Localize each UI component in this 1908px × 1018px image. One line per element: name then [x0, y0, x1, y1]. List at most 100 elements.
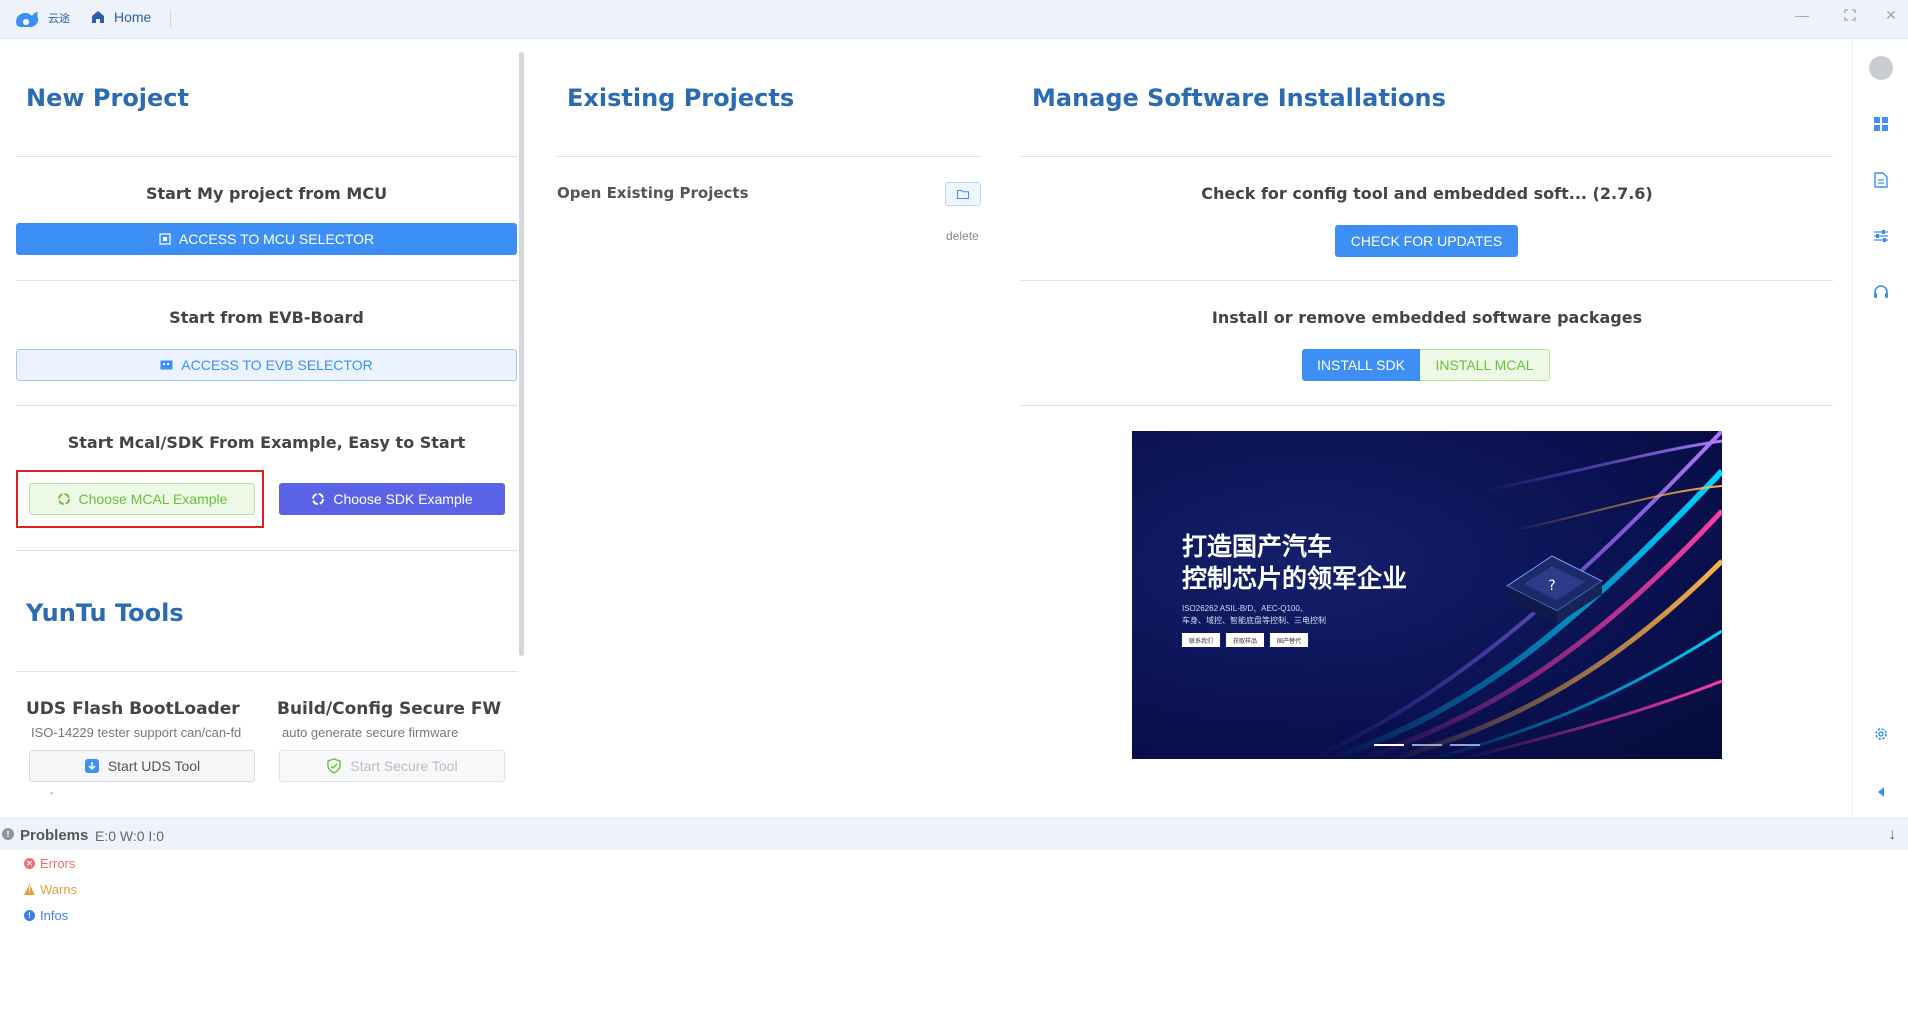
trailing-mark: -: [50, 788, 54, 799]
grid-icon[interactable]: [1871, 114, 1891, 134]
divider: [16, 405, 517, 406]
existing-projects-title: Existing Projects: [567, 84, 795, 112]
check-updates-button[interactable]: CHECK FOR UPDATES: [1335, 225, 1518, 257]
info-icon: !: [24, 910, 35, 921]
evb-heading: Start from EVB-Board: [169, 308, 364, 327]
arrow-down-icon[interactable]: ↓: [1889, 826, 1897, 843]
svg-text:?: ?: [1548, 578, 1555, 594]
start-secure-label: Start Secure Tool: [350, 758, 458, 774]
problems-warns[interactable]: ! Warns: [24, 882, 77, 897]
home-icon: [92, 11, 104, 23]
install-heading: Install or remove embedded software pack…: [1211, 308, 1643, 327]
secure-tool-desc: auto generate secure firmware: [282, 725, 459, 740]
banner-line-2: 车身、域控、智能底盘等控制、三电控制: [1182, 616, 1326, 625]
loading-icon: [57, 493, 70, 505]
minimize-button[interactable]: —: [1787, 4, 1817, 26]
sdk-example-button[interactable]: Choose SDK Example: [279, 483, 505, 515]
svg-text:云途: 云途: [48, 11, 70, 25]
shield-check-icon: [327, 758, 342, 774]
banner-replace-button[interactable]: 国产替代: [1270, 633, 1308, 647]
problems-errors[interactable]: ✕ Errors: [24, 856, 75, 871]
divider: [1021, 405, 1833, 406]
infos-label: Infos: [40, 908, 69, 923]
start-secure-button[interactable]: Start Secure Tool: [279, 750, 505, 782]
delete-link[interactable]: delete: [946, 229, 979, 243]
divider: [16, 550, 517, 551]
download-icon: [84, 759, 99, 773]
yuntu-logo: 云途: [16, 11, 70, 27]
warning-icon: !: [24, 884, 35, 895]
banner-sample-button[interactable]: 获取样品: [1226, 633, 1264, 647]
start-uds-label: Start UDS Tool: [107, 758, 201, 774]
minimize-icon: —: [1795, 7, 1809, 23]
right-rail: [1852, 40, 1908, 818]
board-icon: [160, 360, 173, 370]
home-label: Home: [114, 9, 152, 25]
warning-circle-icon: !: [2, 828, 14, 840]
problems-title: Problems: [20, 827, 89, 844]
evb-selector-button[interactable]: ACCESS TO EVB SELECTOR: [16, 349, 517, 381]
problems-bar[interactable]: ! Problems E:0 W:0 I:0 ↓: [0, 818, 1908, 850]
home-tab[interactable]: Home: [90, 9, 151, 25]
check-heading: Check for config tool and embedded soft.…: [1201, 184, 1653, 203]
warns-label: Warns: [40, 882, 78, 897]
carousel-dot[interactable]: [1450, 744, 1480, 746]
carousel-dot[interactable]: [1412, 744, 1442, 746]
mcal-example-button[interactable]: Choose MCAL Example: [29, 483, 255, 515]
carousel-dot[interactable]: [1374, 744, 1404, 746]
banner-line-1: ISO26262 ASIL-B/D、AEC-Q100、: [1182, 604, 1308, 613]
close-button[interactable]: ✕: [1876, 4, 1906, 26]
close-icon: ✕: [1885, 6, 1897, 23]
start-uds-button[interactable]: Start UDS Tool: [29, 750, 255, 782]
titlebar-divider: [170, 10, 171, 28]
divider: [557, 156, 981, 157]
problems-infos[interactable]: ! Infos: [24, 908, 68, 923]
problems-body: ✕ Errors ! Warns ! Infos: [0, 850, 1908, 1018]
headset-icon[interactable]: [1871, 282, 1891, 302]
avatar[interactable]: [1869, 56, 1893, 80]
chip-icon: [159, 233, 171, 245]
uds-tool-desc: ISO-14229 tester support can/can-fd: [31, 725, 242, 740]
divider: [1021, 280, 1833, 281]
uds-tool-title: UDS Flash BootLoader: [26, 699, 240, 719]
divider: [16, 671, 517, 672]
divider: [16, 280, 517, 281]
folder-icon: [957, 190, 969, 199]
mcu-heading: Start My project from MCU: [145, 184, 388, 203]
sliders-icon[interactable]: [1871, 226, 1891, 246]
check-updates-label: CHECK FOR UPDATES: [1350, 233, 1503, 249]
mcal-example-label: Choose MCAL Example: [78, 491, 228, 507]
loading-icon: [312, 493, 325, 505]
collapse-left-icon[interactable]: [1871, 782, 1891, 802]
banner-headline-2: 控制芯片的领军企业: [1182, 564, 1408, 593]
banner-headline-1: 打造国产汽车: [1182, 532, 1333, 561]
title-bar: 云途 Home — ✕: [0, 0, 1908, 39]
divider: [16, 156, 517, 157]
mcu-selector-button[interactable]: ACCESS TO MCU SELECTOR: [16, 223, 517, 255]
install-sdk-button[interactable]: INSTALL SDK: [1302, 349, 1420, 381]
secure-tool-title: Build/Config Secure FW: [277, 699, 502, 719]
evb-selector-label: ACCESS TO EVB SELECTOR: [181, 357, 373, 373]
open-folder-button[interactable]: [945, 182, 981, 206]
example-heading: Start Mcal/SDK From Example, Easy to Sta…: [67, 433, 466, 452]
yuntu-tools-title: YunTu Tools: [26, 599, 184, 627]
left-column-scrollbar[interactable]: [519, 52, 524, 656]
banner-subtext: ISO26262 ASIL-B/D、AEC-Q100、 车身、域控、智能底盘等控…: [1182, 603, 1326, 627]
open-existing-label: Open Existing Projects: [557, 184, 749, 202]
promo-banner[interactable]: ? 打造国产汽车 控制芯片的领军企业 ISO26262 ASIL-B/D、AEC…: [1132, 431, 1722, 759]
maximize-button[interactable]: [1835, 4, 1865, 26]
new-project-title: New Project: [26, 84, 190, 112]
manage-title: Manage Software Installations: [1032, 84, 1446, 112]
mcu-selector-label: ACCESS TO MCU SELECTOR: [178, 231, 375, 247]
problems-count: E:0 W:0 I:0: [95, 828, 164, 844]
install-segmented-control: INSTALL SDK INSTALL MCAL: [1302, 349, 1550, 381]
sdk-example-label: Choose SDK Example: [333, 491, 473, 507]
divider: [1021, 156, 1833, 157]
errors-label: Errors: [40, 856, 76, 871]
maximize-icon: [1844, 9, 1856, 21]
gear-icon[interactable]: [1871, 724, 1891, 744]
document-icon[interactable]: [1871, 170, 1891, 190]
banner-contact-button[interactable]: 联系我们: [1182, 633, 1220, 647]
install-mcal-button[interactable]: INSTALL MCAL: [1420, 349, 1550, 381]
error-icon: ✕: [24, 858, 35, 869]
